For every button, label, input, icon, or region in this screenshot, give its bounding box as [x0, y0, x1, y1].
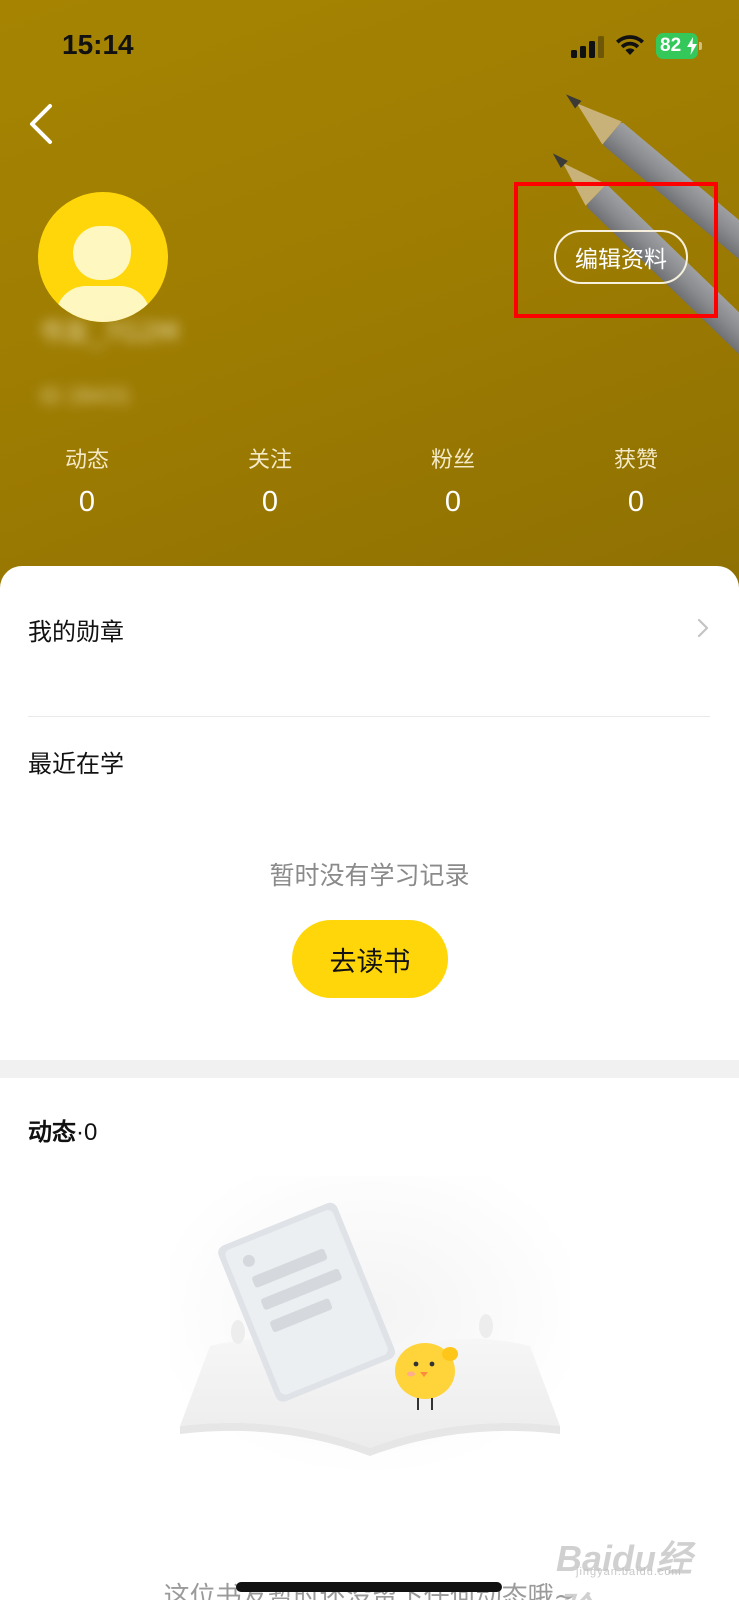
- stat-label: 关注: [247, 448, 292, 473]
- back-button[interactable]: [22, 98, 66, 150]
- status-time: 15:14: [62, 29, 134, 60]
- status-bar: 15:14 82: [0, 0, 739, 92]
- feed-section-title: 动态·0: [28, 1112, 97, 1147]
- user-id-blurred: ID 28431: [40, 384, 132, 408]
- go-read-button[interactable]: 去读书: [292, 920, 448, 998]
- stat-value: 0: [444, 486, 462, 518]
- charging-bolt-icon: [687, 37, 697, 55]
- stat-label: 动态: [64, 448, 109, 473]
- avatar[interactable]: [38, 192, 168, 322]
- profile-header: 15:14 82 书友_7G2M ID 28431 编辑资料 动态 0 关注 0…: [0, 0, 739, 600]
- stat-value: 0: [261, 486, 279, 518]
- default-avatar-icon: [73, 226, 131, 280]
- baidu-watermark: Baidu经验 jingyan.baidu.com: [556, 1528, 722, 1600]
- stat-label: 粉丝: [430, 448, 475, 473]
- stat-posts[interactable]: 动态 0: [27, 446, 147, 518]
- empty-book-chick-illustration: [170, 1176, 570, 1476]
- battery-icon: 82: [656, 33, 702, 59]
- edit-profile-button[interactable]: 编辑资料: [554, 230, 688, 284]
- divider: [28, 716, 710, 717]
- stat-following[interactable]: 关注 0: [210, 446, 330, 518]
- chevron-right-icon: [697, 618, 709, 638]
- stat-followers[interactable]: 粉丝 0: [393, 446, 513, 518]
- my-badges-label: 我的勋章: [28, 618, 124, 646]
- stat-value: 0: [78, 486, 96, 518]
- battery-percent: 82: [660, 35, 682, 56]
- stat-likes[interactable]: 获赞 0: [576, 446, 696, 518]
- feed-count: ·0: [76, 1119, 98, 1146]
- nickname-blurred: 书友_7G2M: [38, 318, 179, 348]
- section-divider: [0, 1060, 739, 1078]
- recent-learning-title: 最近在学: [28, 750, 124, 778]
- home-indicator[interactable]: [236, 1582, 502, 1592]
- feed-title-label: 动态: [28, 1118, 76, 1146]
- watermark-url: jingyan.baidu.com: [576, 1566, 682, 1578]
- stat-value: 0: [627, 486, 645, 518]
- content-card: 我的勋章 最近在学 暂时没有学习记录 去读书 动态·0: [0, 566, 739, 1600]
- watermark-text: Baidu经验: [556, 1538, 693, 1600]
- stats-bar: 动态 0 关注 0 粉丝 0 获赞 0: [0, 446, 739, 526]
- signal-icon: [571, 36, 605, 58]
- wifi-icon: [616, 35, 644, 55]
- my-badges-row[interactable]: 我的勋章: [0, 566, 739, 684]
- recent-empty-text: 暂时没有学习记录: [269, 861, 470, 890]
- stat-label: 获赞: [613, 448, 658, 473]
- chevron-left-icon: [30, 104, 52, 144]
